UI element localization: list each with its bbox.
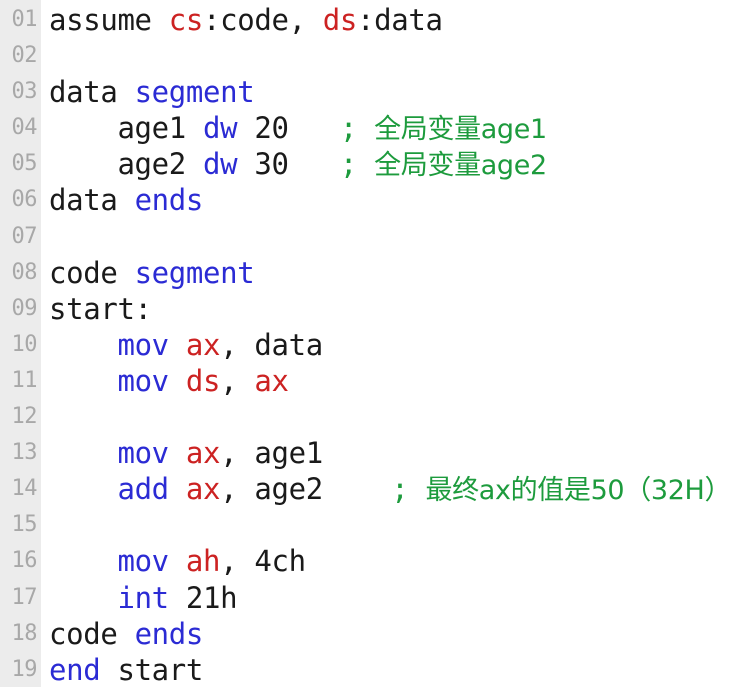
line-number: 13	[11, 440, 38, 466]
line-number: 09	[11, 295, 38, 321]
code-line[interactable]: mov ah, 4ch	[49, 543, 750, 579]
code-token-plain: code	[49, 255, 135, 290]
code-line[interactable]: mov ax, age1	[49, 435, 750, 471]
code-token-keyword: segment	[134, 255, 255, 290]
code-token-register: ax	[185, 472, 221, 507]
code-token-keyword: mov	[117, 363, 169, 398]
code-token-keyword: segment	[134, 75, 255, 110]
code-line[interactable]: age1 dw 20 ; 全局变量age1	[49, 110, 750, 146]
line-number: 16	[11, 548, 38, 574]
code-token-plain: age1	[49, 111, 203, 146]
code-line[interactable]: data ends	[49, 182, 750, 218]
line-number: 11	[11, 367, 38, 393]
code-token-plain: start	[100, 652, 204, 687]
code-line[interactable]	[49, 507, 750, 543]
line-number: 04	[11, 115, 38, 141]
code-token-keyword: mov	[117, 436, 169, 471]
line-number: 08	[11, 259, 38, 285]
line-number: 06	[11, 187, 38, 213]
code-token-plain: 21h	[168, 580, 238, 615]
code-line[interactable]	[49, 219, 750, 255]
code-token-keyword: ends	[134, 616, 204, 651]
code-token-keyword: mov	[117, 327, 169, 362]
code-token-keyword: int	[117, 580, 169, 615]
code-line[interactable]: mov ax, data	[49, 327, 750, 363]
code-line[interactable]	[49, 38, 750, 74]
code-line[interactable]: start:	[49, 291, 750, 327]
code-token-register: ds	[185, 363, 221, 398]
code-token-comment: ;	[391, 472, 426, 507]
code-token-plain: code	[49, 616, 135, 651]
code-token-plain: data	[49, 183, 135, 218]
code-token-register: ax	[185, 327, 221, 362]
line-number: 17	[11, 584, 38, 610]
line-number: 15	[11, 512, 38, 538]
code-line[interactable]: code segment	[49, 255, 750, 291]
code-token-plain: 20	[237, 111, 340, 146]
line-number: 14	[11, 476, 38, 502]
code-line[interactable]: code ends	[49, 616, 750, 652]
code-token-plain: 30	[237, 147, 340, 182]
code-line[interactable]: assume cs:code, ds:data	[49, 2, 750, 38]
line-number: 18	[11, 620, 38, 646]
code-line[interactable]: add ax, age2 ; 最终ax的值是50（32H）	[49, 471, 750, 507]
code-token-plain: data	[49, 75, 135, 110]
code-token-keyword: dw	[203, 147, 238, 182]
code-token-plain: , age1	[220, 436, 323, 471]
code-token-register: ax	[185, 436, 221, 471]
code-token-keyword: end	[49, 652, 101, 687]
code-line[interactable]: age2 dw 30 ; 全局变量age2	[49, 146, 750, 182]
line-number: 10	[11, 331, 38, 357]
code-token-comment: 最终ax的值是50（32H）	[425, 475, 732, 507]
code-token-plain: , data	[220, 327, 323, 362]
line-number: 02	[11, 43, 38, 69]
code-token-comment: 全局变量age2	[374, 150, 547, 182]
line-number: 05	[11, 151, 38, 177]
code-token-plain: , 4ch	[220, 544, 306, 579]
code-token-plain: :data	[357, 3, 443, 37]
code-line[interactable]: data segment	[49, 74, 750, 110]
code-token-plain: , age2	[220, 472, 392, 507]
code-token-register: ah	[185, 544, 221, 579]
code-line[interactable]: mov ds, ax	[49, 363, 750, 399]
line-number: 01	[11, 7, 38, 32]
code-token-keyword: dw	[203, 111, 238, 146]
code-token-plain: :code,	[203, 3, 323, 37]
code-content-area[interactable]: assume cs:code, ds:data data segment age…	[41, 0, 750, 687]
code-line[interactable]: int 21h	[49, 580, 750, 616]
code-line[interactable]: end start	[49, 652, 750, 687]
line-number: 19	[11, 656, 38, 682]
code-token-plain: assume	[49, 3, 169, 37]
code-token-keyword: mov	[117, 544, 169, 579]
line-number: 07	[11, 223, 38, 249]
code-token-comment: ;	[339, 111, 375, 146]
code-token-keyword: ends	[134, 183, 204, 218]
line-number: 12	[11, 404, 38, 430]
code-token-comment: ;	[339, 147, 375, 182]
code-token-register: ds	[322, 3, 358, 37]
code-token-plain: ,	[220, 363, 255, 398]
line-number-gutter: 01 02 03 04 05 06 07 08 09 10 11 12 13 14 15 16 17 18 19	[0, 0, 41, 687]
code-token-comment: 全局变量age1	[374, 114, 547, 146]
code-token-register: cs	[168, 3, 204, 37]
code-line[interactable]	[49, 399, 750, 435]
code-token-plain: age2	[49, 147, 203, 182]
code-token-register: ax	[254, 363, 289, 398]
code-token-plain: start:	[49, 291, 152, 326]
code-token-keyword: add	[117, 472, 169, 507]
line-number: 03	[11, 79, 38, 105]
code-editor[interactable]: 01 02 03 04 05 06 07 08 09 10 11 12 13 14 15 16 17 18 19 a…	[0, 0, 750, 687]
